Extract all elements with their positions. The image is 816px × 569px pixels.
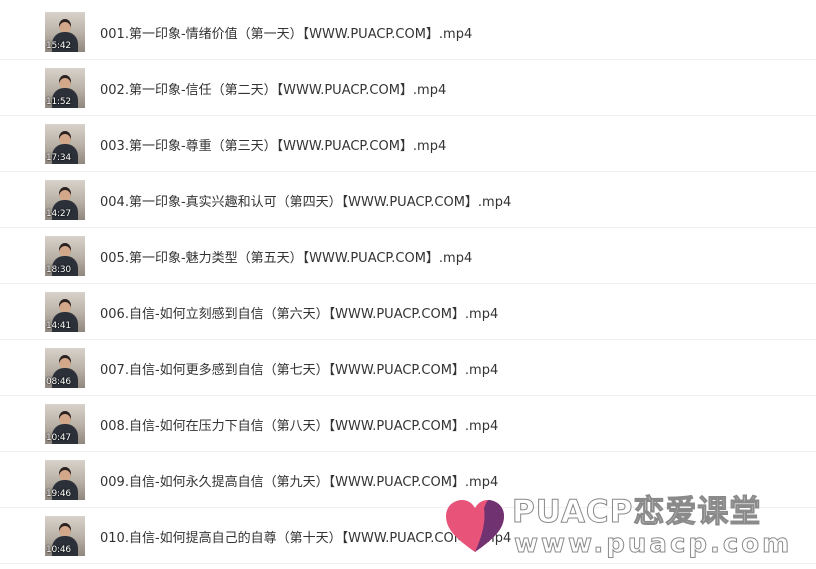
file-name[interactable]: 001.第一印象-情绪价值（第一天）【WWW.PUACP.COM】.mp4 (100, 26, 472, 44)
video-thumbnail: 11:52 (45, 68, 85, 108)
file-row[interactable]: 11:52 002.第一印象-信任（第二天）【WWW.PUACP.COM】.mp… (0, 60, 816, 116)
video-thumbnail: 10:47 (45, 404, 85, 444)
file-name[interactable]: 006.自信-如何立刻感到自信（第六天）【WWW.PUACP.COM】.mp4 (100, 306, 498, 324)
file-row[interactable]: 18:30 005.第一印象-魅力类型（第五天）【WWW.PUACP.COM】.… (0, 228, 816, 284)
file-row[interactable]: 14:41 006.自信-如何立刻感到自信（第六天）【WWW.PUACP.COM… (0, 284, 816, 340)
heart-logo-icon (446, 500, 504, 552)
video-thumbnail: 14:27 (45, 180, 85, 220)
video-duration: 17:34 (46, 153, 71, 163)
file-name[interactable]: 005.第一印象-魅力类型（第五天）【WWW.PUACP.COM】.mp4 (100, 250, 472, 268)
video-duration: 10:47 (46, 433, 71, 443)
video-duration: 11:52 (46, 97, 71, 107)
file-row[interactable]: 14:27 004.第一印象-真实兴趣和认可（第四天）【WWW.PUACP.CO… (0, 172, 816, 228)
file-name[interactable]: 002.第一印象-信任（第二天）【WWW.PUACP.COM】.mp4 (100, 82, 446, 100)
video-thumbnail: 15:42 (45, 12, 85, 52)
file-name[interactable]: 007.自信-如何更多感到自信（第七天）【WWW.PUACP.COM】.mp4 (100, 362, 498, 380)
video-thumbnail: 14:41 (45, 292, 85, 332)
video-thumbnail: 10:46 (45, 516, 85, 556)
video-thumbnail: 19:46 (45, 460, 85, 500)
file-name[interactable]: 009.自信-如何永久提高自信（第九天）【WWW.PUACP.COM】.mp4 (100, 474, 498, 492)
video-duration: 08:46 (46, 377, 71, 387)
file-name[interactable]: 004.第一印象-真实兴趣和认可（第四天）【WWW.PUACP.COM】.mp4 (100, 194, 511, 212)
video-thumbnail: 08:46 (45, 348, 85, 388)
file-row[interactable]: 17:34 003.第一印象-尊重（第三天）【WWW.PUACP.COM】.mp… (0, 116, 816, 172)
video-thumbnail: 17:34 (45, 124, 85, 164)
watermark-url: www.puacp.com (513, 529, 793, 559)
video-duration: 19:46 (46, 489, 71, 499)
file-row[interactable]: 10:47 008.自信-如何在压力下自信（第八天）【WWW.PUACP.COM… (0, 396, 816, 452)
watermark-brand: PUACP恋爱课堂 (511, 494, 762, 531)
file-name[interactable]: 008.自信-如何在压力下自信（第八天）【WWW.PUACP.COM】.mp4 (100, 418, 498, 436)
video-duration: 14:41 (46, 321, 71, 331)
video-duration: 10:46 (46, 545, 71, 555)
file-name[interactable]: 003.第一印象-尊重（第三天）【WWW.PUACP.COM】.mp4 (100, 138, 446, 156)
video-duration: 18:30 (46, 265, 71, 275)
watermark: PUACP恋爱课堂 www.puacp.com (440, 494, 810, 560)
file-list: 15:42 001.第一印象-情绪价值（第一天）【WWW.PUACP.COM】.… (0, 0, 816, 564)
video-duration: 15:42 (46, 41, 71, 51)
file-row[interactable]: 08:46 007.自信-如何更多感到自信（第七天）【WWW.PUACP.COM… (0, 340, 816, 396)
file-row[interactable]: 15:42 001.第一印象-情绪价值（第一天）【WWW.PUACP.COM】.… (0, 0, 816, 60)
video-duration: 14:27 (46, 209, 71, 219)
video-thumbnail: 18:30 (45, 236, 85, 276)
